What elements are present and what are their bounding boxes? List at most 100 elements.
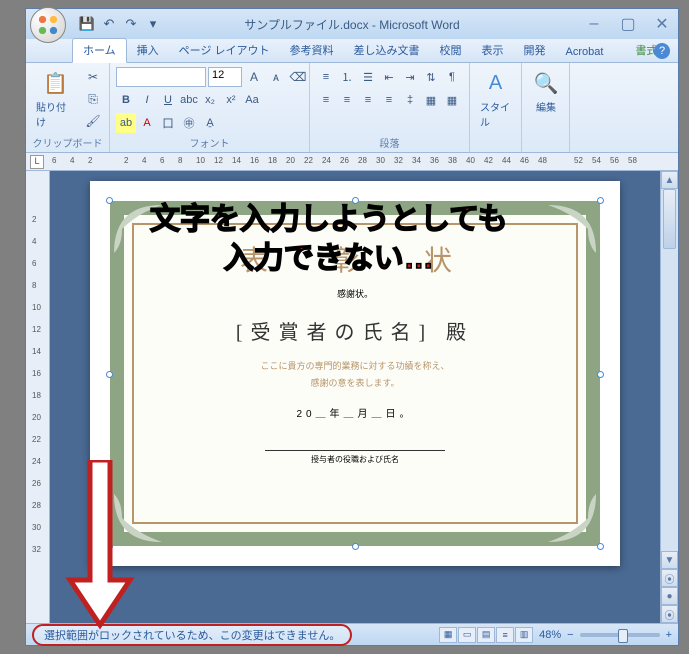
window-controls: – ▢ ✕ [584, 15, 672, 33]
selection-handle[interactable] [597, 371, 604, 378]
align-left-button[interactable]: ≡ [316, 90, 336, 110]
zoom-level[interactable]: 48% [539, 629, 561, 641]
multilevel-button[interactable]: ☰ [358, 67, 378, 87]
quick-access-toolbar: 💾 ↶ ↷ ▾ [78, 15, 162, 33]
horizontal-ruler[interactable]: L 64224681012141618202224262830323436384… [26, 153, 678, 171]
scroll-track[interactable] [661, 189, 678, 551]
phonetic-guide-button[interactable]: A̱ [200, 113, 220, 133]
find-icon: 🔍 [532, 69, 560, 97]
align-right-button[interactable]: ≡ [358, 90, 378, 110]
redo-icon[interactable]: ↷ [122, 15, 140, 33]
full-screen-view[interactable]: ▭ [458, 627, 476, 643]
document-canvas[interactable]: 表 彰 状 感謝状。 [受賞者の氏名] 殿 ここに貴方の専門的業務に対する功績を… [50, 171, 660, 623]
grow-font-icon[interactable]: A [244, 67, 264, 87]
zoom-in-button[interactable]: + [666, 629, 672, 641]
change-case-button[interactable]: Aa [242, 90, 262, 110]
tab-mailings[interactable]: 差し込み文書 [344, 39, 430, 62]
zoom-out-button[interactable]: − [567, 629, 573, 641]
numbering-button[interactable]: ⒈ [337, 67, 357, 87]
shrink-font-icon[interactable]: ᴀ [266, 67, 286, 87]
close-button[interactable]: ✕ [652, 15, 672, 33]
strikethrough-button[interactable]: abc [179, 90, 199, 110]
group-clipboard: 📋 貼り付け ✂ ⎘ 🖌 クリップボード [26, 63, 110, 152]
ribbon-tabs: ホーム 挿入 ページ レイアウト 参考資料 差し込み文書 校閲 表示 開発 Ac… [26, 39, 678, 63]
borders-button[interactable]: ▦ [442, 90, 462, 110]
increase-indent-button[interactable]: ⇥ [400, 67, 420, 87]
highlight-button[interactable]: ab [116, 113, 136, 133]
titlebar: 💾 ↶ ↷ ▾ サンプルファイル.docx - Microsoft Word –… [26, 9, 678, 39]
editing-button[interactable]: 🔍 編集 [528, 67, 564, 116]
selection-handle[interactable] [597, 197, 604, 204]
justify-button[interactable]: ≡ [379, 90, 399, 110]
decrease-indent-button[interactable]: ⇤ [379, 67, 399, 87]
paste-button[interactable]: 📋 貼り付け [32, 67, 79, 131]
tab-selector[interactable]: L [30, 155, 44, 169]
tab-insert[interactable]: 挿入 [127, 39, 169, 62]
shading-button[interactable]: ▦ [421, 90, 441, 110]
subscript-button[interactable]: x₂ [200, 90, 220, 110]
scroll-thumb[interactable] [663, 189, 676, 249]
superscript-button[interactable]: x² [221, 90, 241, 110]
tab-review[interactable]: 校閲 [430, 39, 472, 62]
tab-home[interactable]: ホーム [72, 38, 127, 63]
font-size-dropdown[interactable]: 12 [208, 67, 242, 87]
group-font-label: フォント [116, 133, 303, 150]
maximize-button[interactable]: ▢ [618, 15, 638, 33]
web-layout-view[interactable]: ▤ [477, 627, 495, 643]
line-spacing-button[interactable]: ‡ [400, 90, 420, 110]
browse-object-button[interactable]: ● [661, 587, 678, 605]
tab-page-layout[interactable]: ページ レイアウト [169, 39, 280, 62]
align-center-button[interactable]: ≡ [337, 90, 357, 110]
format-painter-icon[interactable]: 🖌 [83, 111, 103, 131]
minimize-button[interactable]: – [584, 15, 604, 33]
zoom-slider[interactable] [580, 633, 660, 637]
font-color-button[interactable]: A [137, 113, 157, 133]
bullets-button[interactable]: ≡ [316, 67, 336, 87]
selection-handle[interactable] [352, 543, 359, 550]
clear-format-icon[interactable]: ⌫ [288, 67, 308, 87]
selection-handle[interactable] [106, 197, 113, 204]
group-clipboard-label: クリップボード [32, 133, 103, 150]
underline-button[interactable]: U [158, 90, 178, 110]
selection-handle[interactable] [106, 543, 113, 550]
vertical-ruler[interactable]: 2468101214161820222426283032 [26, 171, 50, 623]
next-page-button[interactable]: ⦿ [661, 605, 678, 623]
selection-handle[interactable] [352, 197, 359, 204]
selection-handle[interactable] [597, 543, 604, 550]
outline-view[interactable]: ≡ [496, 627, 514, 643]
draft-view[interactable]: ▥ [515, 627, 533, 643]
undo-icon[interactable]: ↶ [100, 15, 118, 33]
certificate-body-2: 感謝の意を表します。 [310, 376, 399, 389]
vertical-scrollbar[interactable]: ▲ ▼ ⦿ ● ⦿ [660, 171, 678, 623]
char-border-button[interactable]: 囗 [158, 113, 178, 133]
window-title: サンプルファイル.docx - Microsoft Word [244, 16, 459, 33]
bold-button[interactable]: B [116, 90, 136, 110]
scroll-down-button[interactable]: ▼ [661, 551, 678, 569]
italic-button[interactable]: I [137, 90, 157, 110]
paste-icon: 📋 [42, 69, 70, 97]
cut-icon[interactable]: ✂ [83, 67, 103, 87]
sort-button[interactable]: ⇅ [421, 67, 441, 87]
tab-acrobat[interactable]: Acrobat [556, 43, 614, 62]
prev-page-button[interactable]: ⦿ [661, 569, 678, 587]
group-font: 12 A ᴀ ⌫ B I U abc x₂ x² Aa ab A 囗 [110, 63, 310, 152]
selection-handle[interactable] [106, 371, 113, 378]
certificate-recipient: [受賞者の氏名] 殿 [236, 316, 474, 345]
certificate-date: 20＿年＿月＿日。 [296, 405, 413, 420]
app-window: 💾 ↶ ↷ ▾ サンプルファイル.docx - Microsoft Word –… [25, 8, 679, 646]
office-button[interactable] [30, 7, 66, 43]
print-layout-view[interactable]: ▦ [439, 627, 457, 643]
copy-icon[interactable]: ⎘ [83, 89, 103, 109]
help-icon[interactable]: ? [654, 43, 670, 59]
enclose-char-button[interactable]: ㊥ [179, 113, 199, 133]
scroll-up-button[interactable]: ▲ [661, 171, 678, 189]
styles-button[interactable]: A スタイル [476, 67, 515, 131]
group-paragraph: ≡ ⒈ ☰ ⇤ ⇥ ⇅ ¶ ≡ ≡ ≡ ≡ ‡ ▦ ▦ 段落 [310, 63, 470, 152]
tab-references[interactable]: 参考資料 [280, 39, 344, 62]
save-icon[interactable]: 💾 [78, 15, 96, 33]
tab-view[interactable]: 表示 [472, 39, 514, 62]
show-marks-button[interactable]: ¶ [442, 67, 462, 87]
font-name-dropdown[interactable] [116, 67, 206, 87]
tab-developer[interactable]: 開発 [514, 39, 556, 62]
qat-dropdown-icon[interactable]: ▾ [144, 15, 162, 33]
